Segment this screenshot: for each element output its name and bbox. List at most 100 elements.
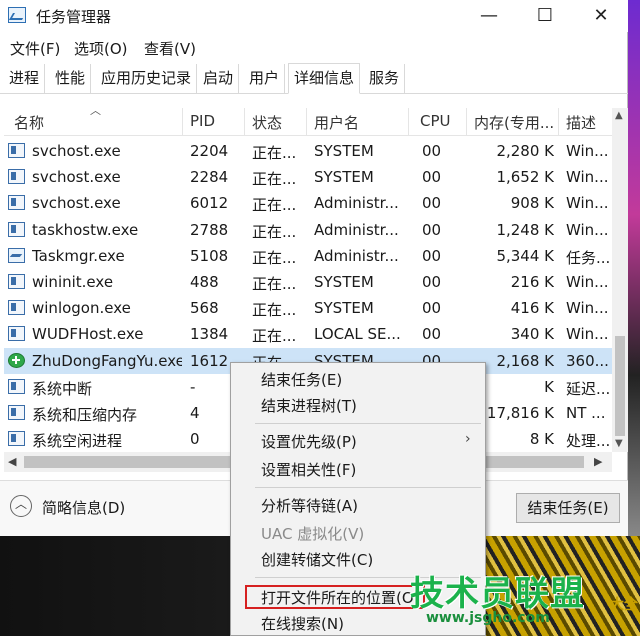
menu-end-process-tree[interactable]: 结束进程树(T) — [261, 395, 357, 416]
chevron-up-icon[interactable]: ︿ — [10, 495, 32, 517]
cell-desc: 360... — [566, 351, 609, 370]
cell-mem: 5,344 K — [496, 246, 554, 265]
cell-mem: 908 K — [510, 194, 554, 213]
maximize-button[interactable]: ☐ — [522, 0, 568, 32]
menu-set-affinity[interactable]: 设置相关性(F) — [261, 459, 356, 480]
table-row[interactable]: wininit.exe 488 正在... SYSTEM 00 216 K Win... — [4, 269, 612, 295]
scroll-right-icon[interactable]: ▶ — [594, 455, 602, 468]
tab-startup[interactable]: 启动 — [198, 64, 240, 94]
cell-desc: 延迟... — [566, 379, 611, 398]
sort-ascending-icon: ︿ — [90, 104, 101, 117]
service-icon — [8, 378, 25, 394]
fewer-details-link[interactable]: 简略信息(D) — [42, 497, 125, 518]
cell-status: 正在... — [252, 222, 297, 241]
menu-view[interactable]: 查看(V) — [144, 38, 196, 59]
title-bar: 任务管理器 — ☐ ✕ — [0, 0, 628, 32]
cell-mem: 416 K — [510, 299, 554, 318]
service-icon — [8, 143, 25, 158]
tab-processes[interactable]: 进程 — [4, 64, 46, 94]
tab-details[interactable]: 详细信息 — [288, 63, 361, 94]
cell-status: 正在... — [252, 196, 297, 215]
desktop-background-edge — [628, 0, 640, 536]
menu-separator — [255, 423, 481, 424]
cell-name: winlogon.exe — [32, 299, 131, 318]
menu-end-task[interactable]: 结束任务(E) — [261, 369, 342, 390]
table-row[interactable]: svchost.exe 2204 正在... SYSTEM 00 2,280 K Win..… — [4, 138, 612, 164]
table-row[interactable]: taskhostw.exe 2788 正在... Administr... 00 1,24… — [4, 217, 612, 243]
cell-desc: NT ... — [566, 404, 606, 422]
tab-services[interactable]: 服务 — [364, 64, 406, 94]
menu-search-online[interactable]: 在线搜索(N) — [261, 613, 344, 634]
column-name[interactable]: 名称 — [14, 112, 44, 133]
vertical-scrollbar[interactable]: ▲ ▼ — [612, 108, 628, 452]
cell-desc: Win... — [566, 325, 609, 344]
cell-name: svchost.exe — [32, 168, 121, 187]
tab-app-history[interactable]: 应用历史记录 — [96, 64, 198, 94]
menu-analyze-wait-chain[interactable]: 分析等待链(A) — [261, 495, 358, 516]
app-plus-icon — [8, 352, 25, 368]
cell-mem: 2,280 K — [496, 142, 554, 160]
column-status[interactable]: 状态 — [252, 112, 282, 133]
table-row[interactable]: WUDFHost.exe 1384 正在... LOCAL SE... 00 340 K W… — [4, 321, 612, 347]
tab-performance[interactable]: 性能 — [50, 64, 92, 94]
table-row[interactable]: winlogon.exe 568 正在... SYSTEM 00 416 K Win... — [4, 295, 612, 321]
service-icon — [8, 169, 25, 185]
service-icon — [8, 274, 25, 289]
menu-open-file-location[interactable]: 打开文件所在的位置(O) — [261, 587, 420, 608]
cell-user: SYSTEM — [314, 168, 374, 187]
cell-user: SYSTEM — [314, 273, 374, 291]
end-task-button[interactable]: 结束任务(E) — [516, 493, 620, 523]
cell-mem: K — [544, 377, 554, 396]
cell-name: svchost.exe — [32, 194, 121, 213]
cell-mem: 2,168 K — [496, 351, 554, 370]
cell-pid: 6012 — [190, 194, 229, 213]
column-pid[interactable]: PID — [190, 112, 215, 130]
menu-create-dump-file[interactable]: 创建转储文件(C) — [261, 549, 373, 570]
cell-mem: 340 K — [510, 325, 554, 344]
cell-pid: 5108 — [190, 246, 229, 265]
menu-file[interactable]: 文件(F) — [10, 38, 60, 59]
table-row[interactable]: svchost.exe 6012 正在... Administr... 00 908 K W… — [4, 190, 612, 216]
cell-desc: Win... — [566, 194, 609, 213]
menu-options[interactable]: 选项(O) — [74, 38, 128, 59]
cell-pid: 1384 — [190, 325, 229, 344]
cell-desc: Win... — [566, 273, 609, 291]
close-button[interactable]: ✕ — [578, 0, 624, 32]
table-row[interactable]: Taskmgr.exe 5108 正在... Administr... 00 5,344 … — [4, 243, 612, 269]
column-username[interactable]: 用户名 — [314, 112, 359, 133]
cell-status: 正在... — [252, 248, 297, 267]
column-memory[interactable]: 内存(专用... — [474, 112, 554, 133]
table-row[interactable]: svchost.exe 2284 正在... SYSTEM 00 1,652 K Win..… — [4, 164, 612, 190]
cell-status: 正在... — [252, 275, 297, 293]
service-icon — [8, 300, 25, 316]
cell-mem: 216 K — [510, 273, 554, 291]
watermark: 技术员联盟 www.jsgho.com 大全 — [410, 566, 638, 632]
scroll-thumb[interactable] — [615, 336, 625, 436]
cell-name: svchost.exe — [32, 142, 121, 160]
watermark-badge: 大全 — [610, 597, 638, 613]
cell-name: ZhuDongFangYu.exe — [32, 351, 182, 370]
cell-desc: Win... — [566, 142, 609, 160]
menu-set-priority[interactable]: 设置优先级(P) — [261, 431, 357, 452]
scroll-left-icon[interactable]: ◀ — [8, 455, 16, 468]
cell-mem: 1,652 K — [496, 168, 554, 187]
cell-user: Administr... — [314, 246, 399, 265]
column-cpu[interactable]: CPU — [420, 112, 451, 130]
cell-cpu: 00 — [422, 168, 442, 187]
cell-status: 正在... — [252, 327, 297, 346]
cell-cpu: 00 — [422, 273, 442, 291]
scroll-up-icon[interactable]: ▲ — [615, 110, 623, 121]
watermark-text: 技术员联盟 — [410, 574, 585, 614]
cell-status: 正在... — [252, 144, 297, 162]
tab-users[interactable]: 用户 — [244, 64, 286, 94]
scroll-down-icon[interactable]: ▼ — [615, 438, 623, 449]
cell-user: LOCAL SE... — [314, 325, 401, 344]
cell-cpu: 00 — [422, 325, 442, 344]
cell-cpu: 00 — [422, 194, 442, 213]
cell-status: 正在... — [252, 170, 297, 189]
column-description[interactable]: 描述 — [566, 112, 596, 133]
minimize-button[interactable]: — — [466, 0, 512, 32]
service-icon — [8, 431, 25, 447]
watermark-url: www.jsgho.com — [426, 610, 550, 626]
cell-mem: 8 K — [529, 430, 554, 449]
